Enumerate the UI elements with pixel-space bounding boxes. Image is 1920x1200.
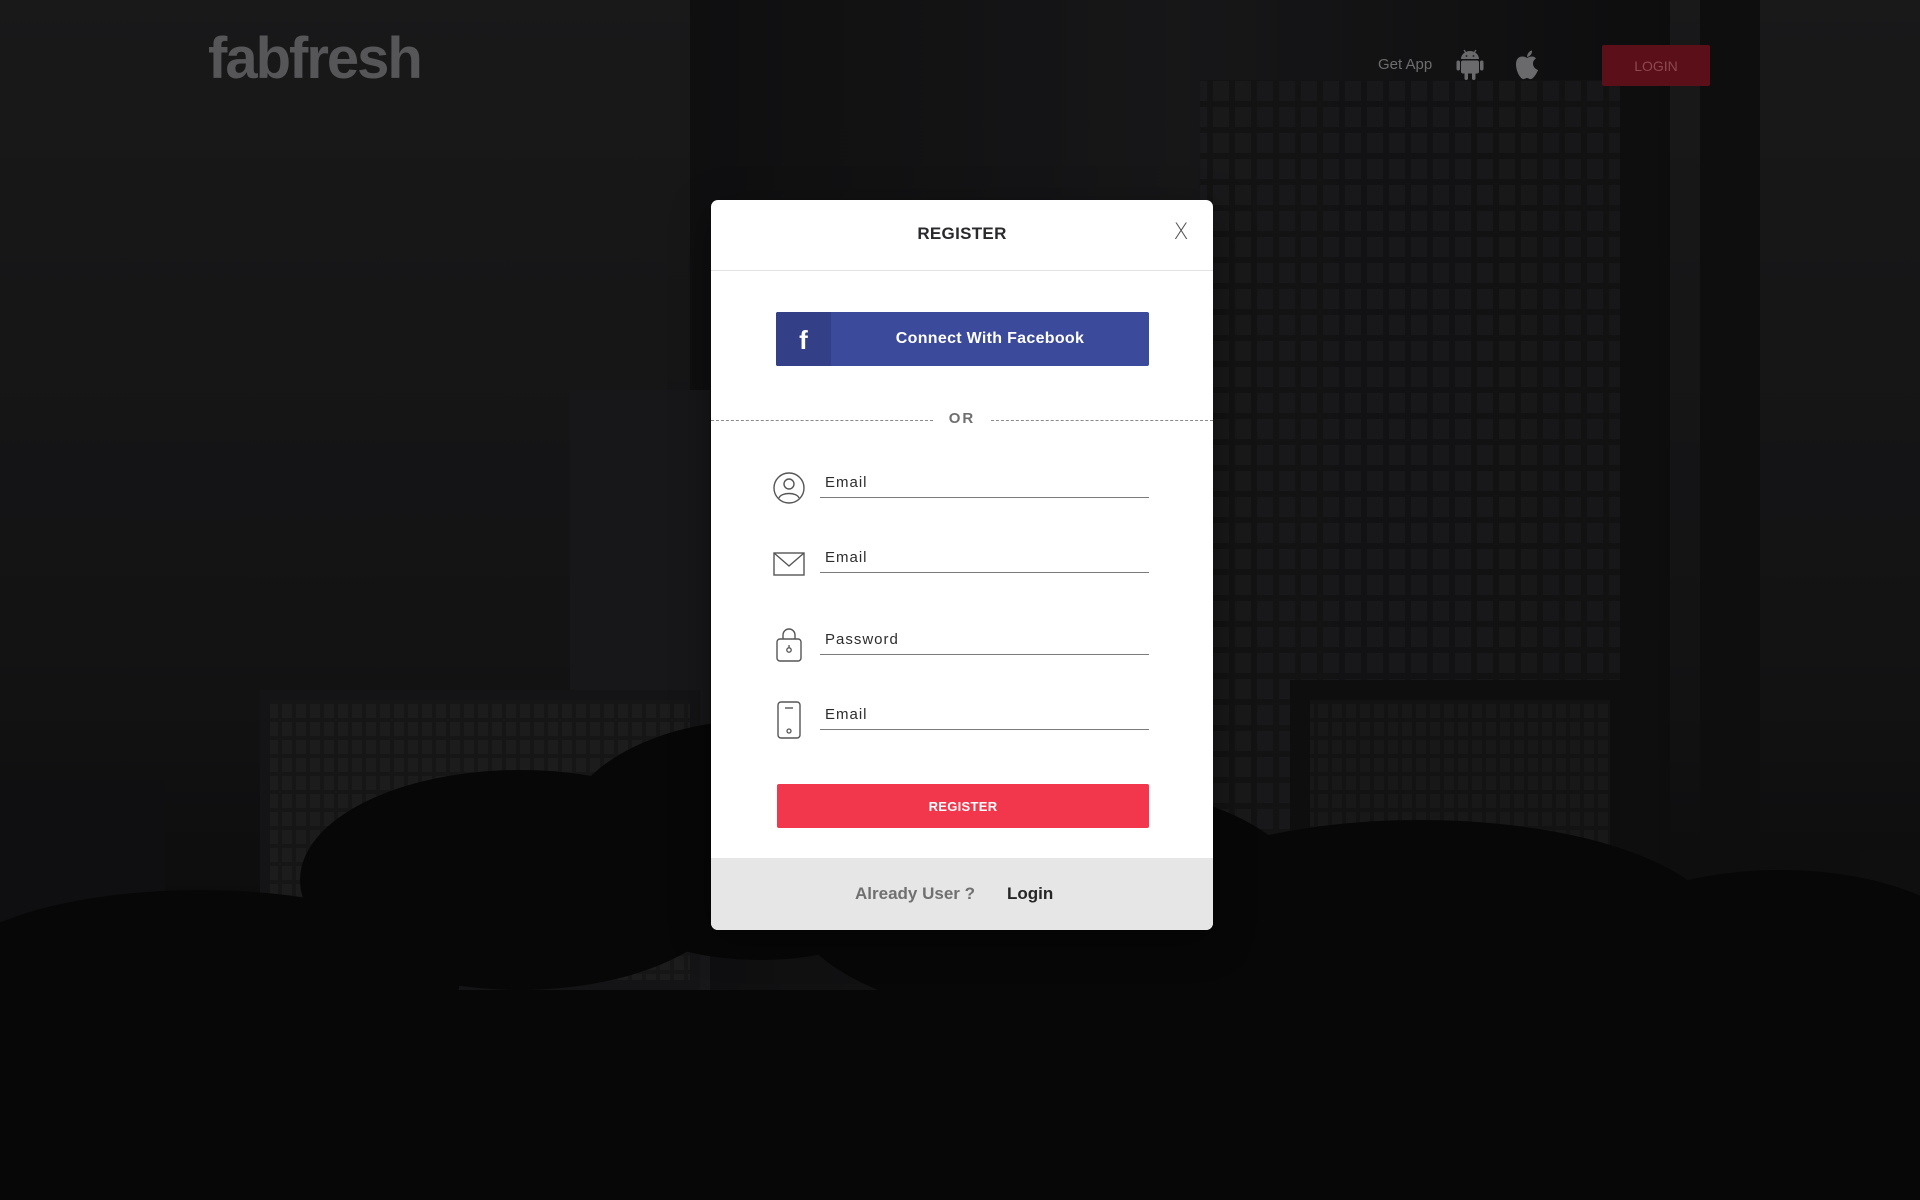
connect-facebook-button[interactable]: f Connect With Facebook xyxy=(776,312,1149,366)
register-modal: REGISTER X f Connect With Facebook OR Em… xyxy=(711,200,1213,930)
logo[interactable]: fabfresh xyxy=(208,30,423,88)
password-field-row xyxy=(771,625,1151,669)
footer-login-link[interactable]: Login xyxy=(1007,884,1053,904)
envelope-icon xyxy=(773,552,805,576)
email-input[interactable] xyxy=(820,545,1149,573)
apple-icon[interactable] xyxy=(1512,48,1542,82)
email-field-row xyxy=(771,545,1151,589)
get-app-label: Get App xyxy=(1378,56,1433,73)
android-icon[interactable] xyxy=(1455,48,1485,82)
modal-title: REGISTER xyxy=(917,224,1007,243)
phone-field-row xyxy=(771,700,1151,744)
phone-icon xyxy=(777,701,801,739)
lock-icon xyxy=(776,628,802,662)
name-input[interactable] xyxy=(820,470,1149,498)
or-label: OR xyxy=(948,410,976,427)
register-button[interactable]: REGISTER xyxy=(777,784,1149,828)
or-divider: OR xyxy=(711,410,1213,430)
header-login-button[interactable]: LOGIN xyxy=(1602,45,1710,86)
name-field-row xyxy=(771,470,1151,514)
password-input[interactable] xyxy=(820,627,1149,655)
phone-input[interactable] xyxy=(820,702,1149,730)
modal-header: REGISTER X xyxy=(711,200,1213,271)
phone-input-wrap xyxy=(820,702,1149,730)
facebook-button-label: Connect With Facebook xyxy=(895,330,1085,347)
email-input-wrap xyxy=(820,545,1149,573)
password-input-wrap xyxy=(820,627,1149,655)
name-input-wrap xyxy=(820,470,1149,498)
facebook-icon: f xyxy=(776,312,831,366)
already-user-label: Already User ? xyxy=(855,884,975,903)
user-icon xyxy=(773,472,805,504)
modal-footer: Already User ? Login xyxy=(711,858,1213,930)
page: fabfresh Get App LOGIN REGISTER X f Conn… xyxy=(0,0,1920,1200)
close-button[interactable]: X xyxy=(1169,220,1193,246)
